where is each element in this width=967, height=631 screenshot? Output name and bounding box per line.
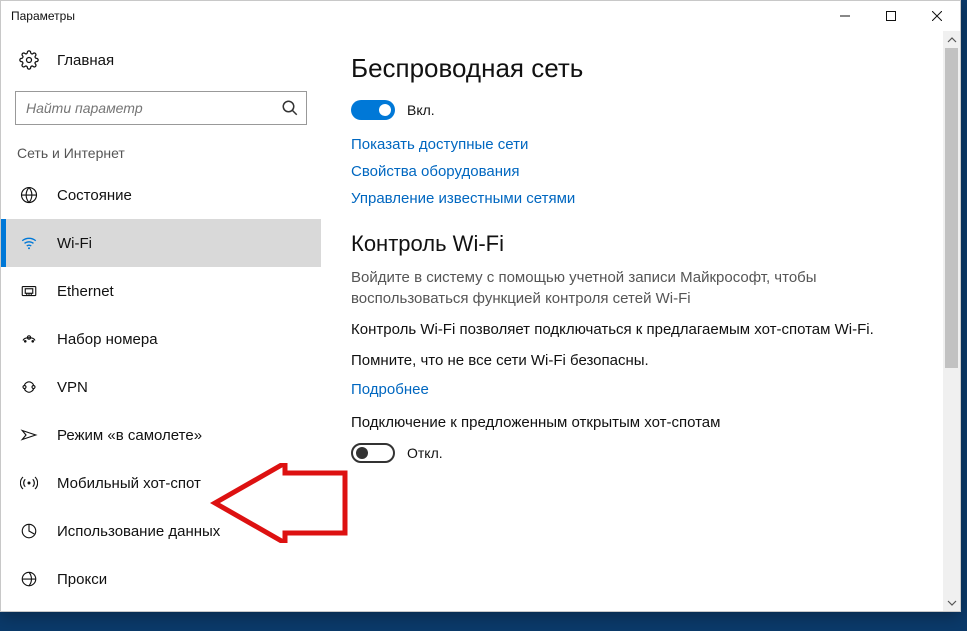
maximize-button[interactable] xyxy=(868,1,914,31)
open-hotspot-toggle-row: Откл. xyxy=(351,443,913,463)
settings-window: Параметры Главная Сет xyxy=(0,0,961,612)
link-more[interactable]: Подробнее xyxy=(351,381,913,398)
scroll-up-icon[interactable] xyxy=(943,31,960,48)
heading-wifi-sense: Контроль Wi-Fi xyxy=(351,231,913,257)
sidebar-item-label: VPN xyxy=(57,379,88,396)
sidebar-item-label: Набор номера xyxy=(57,331,158,348)
airplane-icon xyxy=(19,425,39,445)
dialup-icon xyxy=(19,329,39,349)
content-pane: Беспроводная сеть Вкл. Показать доступны… xyxy=(321,31,943,611)
heading-wireless: Беспроводная сеть xyxy=(351,53,913,84)
scroll-track[interactable] xyxy=(943,48,960,594)
search-wrap xyxy=(15,91,307,125)
wifi-toggle-row: Вкл. xyxy=(351,100,913,120)
wifi-toggle-label: Вкл. xyxy=(407,102,435,118)
link-hw-props[interactable]: Свойства оборудования xyxy=(351,163,913,180)
sidebar-item-label: Wi-Fi xyxy=(57,235,92,252)
sidebar-category: Сеть и Интернет xyxy=(1,139,321,171)
scrollbar[interactable] xyxy=(943,31,960,611)
hotspot-icon xyxy=(19,473,39,493)
wifi-sense-desc2: Контроль Wi-Fi позволяет подключаться к … xyxy=(351,319,913,340)
link-show-networks[interactable]: Показать доступные сети xyxy=(351,136,913,153)
open-hotspot-toggle[interactable] xyxy=(351,443,395,463)
close-button[interactable] xyxy=(914,1,960,31)
globe-icon xyxy=(19,185,39,205)
gear-icon xyxy=(19,50,39,70)
window-title: Параметры xyxy=(11,9,75,23)
link-manage-known[interactable]: Управление известными сетями xyxy=(351,190,913,207)
sidebar-item-label: Прокси xyxy=(57,571,107,588)
wifi-sense-desc1: Войдите в систему с помощью учетной запи… xyxy=(351,267,913,309)
wifi-icon xyxy=(19,233,39,253)
search-input[interactable] xyxy=(15,91,307,125)
sidebar-item-vpn[interactable]: VPN xyxy=(1,363,321,411)
wifi-sense-desc3: Помните, что не все сети Wi-Fi безопасны… xyxy=(351,350,913,371)
minimize-button[interactable] xyxy=(822,1,868,31)
search-icon xyxy=(281,99,299,117)
sidebar-item-hotspot[interactable]: Мобильный хот-спот xyxy=(1,459,321,507)
wifi-toggle[interactable] xyxy=(351,100,395,120)
scroll-down-icon[interactable] xyxy=(943,594,960,611)
ethernet-icon xyxy=(19,281,39,301)
sidebar-item-wifi[interactable]: Wi-Fi xyxy=(1,219,321,267)
wifi-sense-open-label: Подключение к предложенным открытым хот-… xyxy=(351,412,913,433)
proxy-icon xyxy=(19,569,39,589)
open-hotspot-toggle-label: Откл. xyxy=(407,445,443,461)
sidebar-item-airplane[interactable]: Режим «в самолете» xyxy=(1,411,321,459)
vpn-icon xyxy=(19,377,39,397)
sidebar-item-datausage[interactable]: Использование данных xyxy=(1,507,321,555)
sidebar-item-status[interactable]: Состояние xyxy=(1,171,321,219)
data-usage-icon xyxy=(19,521,39,541)
sidebar-home-label: Главная xyxy=(57,52,114,69)
sidebar-item-dialup[interactable]: Набор номера xyxy=(1,315,321,363)
sidebar: Главная Сеть и Интернет Состояние Wi xyxy=(1,31,321,611)
sidebar-item-label: Состояние xyxy=(57,187,132,204)
sidebar-item-label: Мобильный хот-спот xyxy=(57,475,201,492)
sidebar-item-label: Режим «в самолете» xyxy=(57,427,202,444)
sidebar-item-label: Ethernet xyxy=(57,283,114,300)
sidebar-home[interactable]: Главная xyxy=(1,39,321,81)
sidebar-item-proxy[interactable]: Прокси xyxy=(1,555,321,603)
sidebar-item-ethernet[interactable]: Ethernet xyxy=(1,267,321,315)
scroll-thumb[interactable] xyxy=(945,48,958,368)
titlebar: Параметры xyxy=(1,1,960,31)
sidebar-item-label: Использование данных xyxy=(57,523,220,540)
